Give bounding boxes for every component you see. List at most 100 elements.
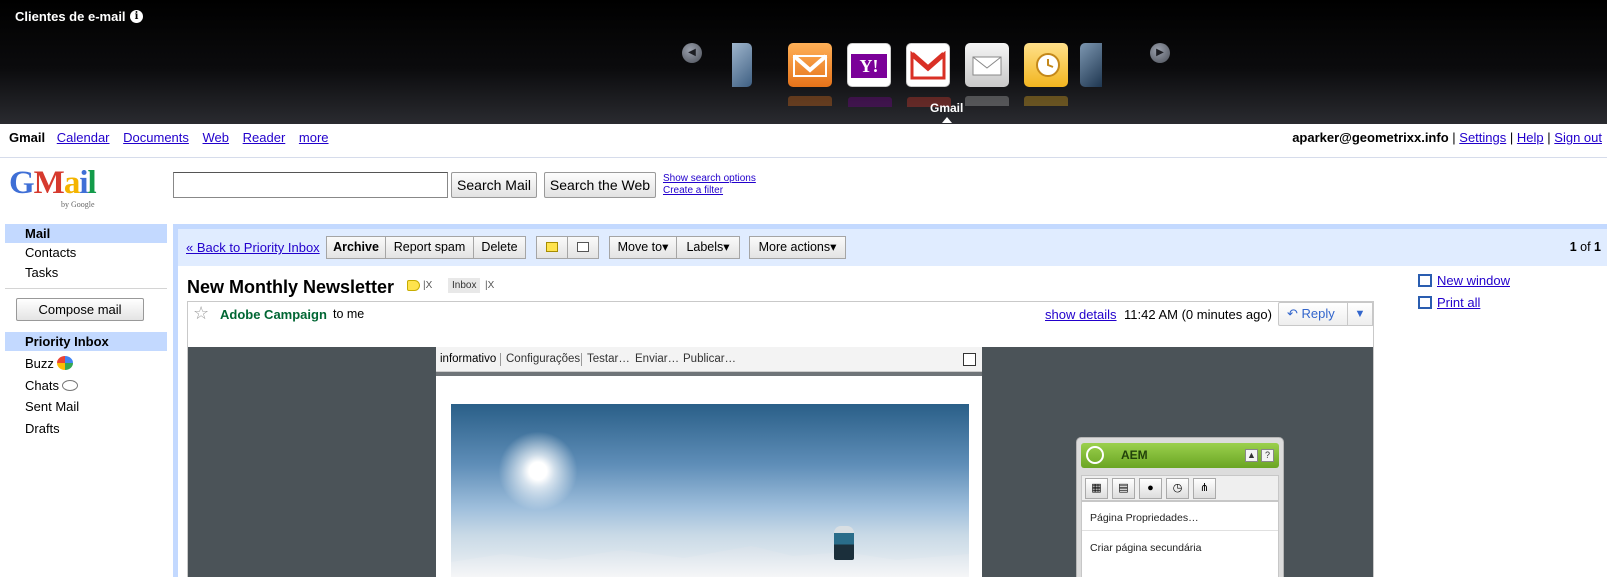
nav-link-more[interactable]: more xyxy=(299,130,329,145)
gmail-client[interactable] xyxy=(906,43,951,107)
tab-configuracoes[interactable]: Configurações xyxy=(506,347,580,372)
sidebar-item-buzz[interactable]: Buzz xyxy=(5,354,167,373)
tab-informativo[interactable]: informativo xyxy=(440,347,496,372)
skier-figure xyxy=(834,526,854,560)
recipient-text: to me xyxy=(333,307,365,321)
logo-letter: M xyxy=(33,165,65,201)
search-mail-button[interactable]: Search Mail xyxy=(451,172,537,198)
reply-button[interactable]: ↶ Reply xyxy=(1278,302,1348,326)
logo-by-google: by Google xyxy=(61,200,95,209)
new-window-label: New window xyxy=(1437,273,1510,288)
archive-button[interactable]: Archive xyxy=(326,236,386,259)
reply-arrow-icon: ↶ xyxy=(1287,306,1302,321)
nav-separator: | xyxy=(1452,130,1456,145)
nav-link-web[interactable]: Web xyxy=(203,130,230,145)
reply-label: Reply xyxy=(1301,306,1335,321)
sidebar-item-contacts[interactable]: Contacts xyxy=(5,243,167,262)
sidebar-item-tasks[interactable]: Tasks xyxy=(5,263,167,282)
tab-separator xyxy=(581,353,582,366)
workflow-icon[interactable]: ⋔ xyxy=(1193,478,1216,499)
partial-client-right[interactable] xyxy=(1080,43,1102,87)
pager-current: 1 xyxy=(1569,240,1577,254)
tab-testar[interactable]: Testar… xyxy=(587,347,630,372)
remove-tag-button[interactable]: |X xyxy=(423,278,432,293)
page-icon[interactable]: ▤ xyxy=(1112,478,1135,499)
search-input[interactable] xyxy=(173,172,448,198)
maximize-checkbox[interactable] xyxy=(963,353,976,366)
nav-link-calendar[interactable]: Calendar xyxy=(57,130,110,145)
delete-button[interactable]: Delete xyxy=(473,236,526,259)
help-button[interactable]: ? xyxy=(1261,449,1274,462)
partial-client-left[interactable] xyxy=(732,43,752,87)
show-details-link[interactable]: show details xyxy=(1045,307,1117,322)
arrow-left-icon[interactable]: ◀ xyxy=(682,43,702,63)
message-view: « Back to Priority Inbox Archive Report … xyxy=(173,224,1607,577)
tab-publicar[interactable]: Publicar… xyxy=(683,347,736,372)
move-to-button[interactable]: Move to▾ xyxy=(609,236,677,259)
clock-envelope-icon xyxy=(1036,53,1060,77)
create-child-page-item[interactable]: Criar página secundária xyxy=(1090,542,1201,554)
remove-inbox-label-button[interactable]: |X xyxy=(485,278,494,293)
logo-letter: i xyxy=(79,165,88,201)
nav-link-reader[interactable]: Reader xyxy=(243,130,286,145)
message-toolbar: « Back to Priority Inbox Archive Report … xyxy=(178,224,1607,266)
sidekick-title: AEM xyxy=(1121,448,1148,462)
email-clients-bar: Clientes de e-mail i ◀ ▶ Y! Gmail xyxy=(0,0,1607,124)
remove-label-x: X xyxy=(487,280,495,291)
user-email: aparker@geometrixx.info xyxy=(1292,130,1449,145)
reply-options-button[interactable]: ▼ xyxy=(1347,302,1373,326)
star-icon[interactable]: ☆ xyxy=(193,303,209,324)
sidebar-item-sent-mail[interactable]: Sent Mail xyxy=(5,397,167,416)
orange-mail-client[interactable] xyxy=(788,43,832,106)
arrow-right-icon[interactable]: ▶ xyxy=(1150,43,1170,63)
back-to-priority-inbox-link[interactable]: « Back to Priority Inbox xyxy=(186,240,320,255)
add-label-button[interactable] xyxy=(536,236,568,259)
show-search-options-link[interactable]: Show search options xyxy=(663,173,756,185)
outlook-mail-client[interactable] xyxy=(1024,43,1068,106)
tab-enviar[interactable]: Enviar… xyxy=(635,347,679,372)
aem-logo-icon xyxy=(1086,446,1104,464)
settings-link[interactable]: Settings xyxy=(1459,130,1506,145)
collapse-button[interactable]: ▲ xyxy=(1245,449,1258,462)
page-properties-item[interactable]: Página Propriedades… xyxy=(1090,512,1199,524)
label-tag-icon[interactable] xyxy=(407,280,420,291)
yahoo-mail-client[interactable]: Y! xyxy=(847,43,892,107)
search-web-button[interactable]: Search the Web xyxy=(544,172,656,198)
new-window-link[interactable]: New window xyxy=(1418,273,1510,288)
clock-icon[interactable]: ◷ xyxy=(1166,478,1189,499)
sidebar-item-drafts[interactable]: Drafts xyxy=(5,419,167,438)
label-add-icon xyxy=(546,242,558,252)
compose-mail-button[interactable]: Compose mail xyxy=(16,298,144,321)
nav-link-documents[interactable]: Documents xyxy=(123,130,189,145)
more-actions-button[interactable]: More actions▾ xyxy=(749,236,846,259)
gmail-logo[interactable]: GMail by Google xyxy=(9,166,109,212)
envelope-gray-icon xyxy=(972,56,1002,76)
print-all-link[interactable]: Print all xyxy=(1418,295,1480,310)
help-link[interactable]: Help xyxy=(1517,130,1544,145)
pager-of: of xyxy=(1580,240,1591,254)
tab-separator xyxy=(500,353,501,366)
sender-name[interactable]: Adobe Campaign xyxy=(220,307,327,322)
generic-mail-client[interactable] xyxy=(965,43,1009,106)
snowy-mountains xyxy=(451,546,969,577)
google-nav-bar: Gmail Calendar Documents Web Reader more… xyxy=(0,124,1607,158)
remove-tag-x: X xyxy=(425,280,433,291)
create-filter-link[interactable]: Create a filter xyxy=(663,185,756,197)
panel-divider xyxy=(1082,530,1278,531)
sidebar-item-chats[interactable]: Chats xyxy=(5,376,167,395)
sidebar-item-priority-inbox[interactable]: Priority Inbox xyxy=(5,332,167,351)
nav-separator: | xyxy=(1547,130,1551,145)
logo-letter: a xyxy=(63,165,80,201)
sun-glare xyxy=(493,426,583,516)
labels-button[interactable]: Labels▾ xyxy=(676,236,740,259)
components-icon[interactable]: ▦ xyxy=(1085,478,1108,499)
sidebar-item-label: Buzz xyxy=(25,356,54,371)
lock-icon[interactable]: ● xyxy=(1139,478,1162,499)
sign-out-link[interactable]: Sign out xyxy=(1554,130,1602,145)
remove-label-button[interactable] xyxy=(567,236,599,259)
info-icon[interactable]: i xyxy=(130,10,143,23)
sidebar-item-mail[interactable]: Mail xyxy=(5,224,167,243)
report-spam-button[interactable]: Report spam xyxy=(385,236,474,259)
clients-title: Clientes de e-mail xyxy=(15,9,126,24)
label-remove-icon xyxy=(577,242,589,252)
